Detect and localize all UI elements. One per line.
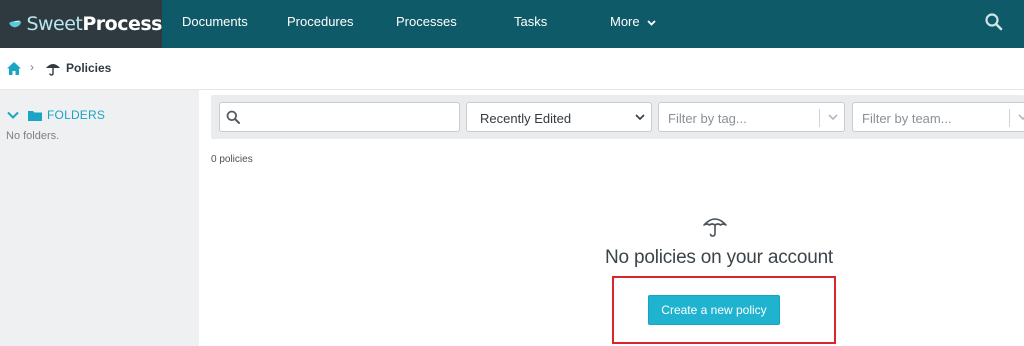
team-filter-select[interactable]: Filter by team... (852, 102, 1024, 132)
nav-tasks[interactable]: Tasks (514, 0, 547, 48)
filter-bar: Recently Edited Filter by tag... Filter … (211, 95, 1024, 139)
chevron-down-icon (828, 114, 838, 121)
divider (1009, 109, 1010, 127)
create-policy-button[interactable]: Create a new policy (648, 295, 780, 325)
brand-logo-icon (9, 20, 22, 28)
tag-filter-placeholder: Filter by tag... (668, 111, 747, 126)
folder-icon (28, 110, 42, 121)
empty-state-message: No policies on your account (605, 247, 834, 268)
nav-documents[interactable]: Documents (182, 0, 248, 48)
brand-logo[interactable]: SweetProcess (0, 0, 162, 48)
chevron-down-icon (7, 111, 19, 119)
search-input[interactable] (246, 105, 456, 129)
nav-procedures[interactable]: Procedures (287, 0, 353, 48)
page-title: Policies (66, 61, 112, 75)
chevron-down-icon (1018, 114, 1024, 121)
results-count: 0 policies (211, 154, 253, 165)
chevron-down-icon (647, 19, 656, 26)
divider (819, 109, 820, 127)
search-icon[interactable] (984, 12, 1004, 32)
tag-filter-select[interactable]: Filter by tag... (658, 102, 845, 132)
top-navbar: SweetProcess Documents Procedures Proces… (0, 0, 1024, 48)
nav-more[interactable]: More (610, 0, 656, 48)
sort-selected-value: Recently Edited (480, 111, 572, 126)
brand-name: SweetProcess (26, 13, 162, 35)
chevron-right-icon: › (30, 60, 34, 74)
team-filter-placeholder: Filter by team... (862, 111, 952, 126)
umbrella-icon (46, 64, 60, 76)
nav-processes[interactable]: Processes (396, 0, 457, 48)
breadcrumb: › Policies (0, 48, 1024, 90)
folders-label: FOLDERS (47, 108, 106, 122)
search-field[interactable] (219, 102, 460, 132)
home-icon[interactable] (6, 61, 22, 76)
empty-folders-text: No folders. (6, 130, 60, 142)
sidebar: FOLDERS No folders. (0, 90, 199, 346)
sort-select[interactable]: Recently Edited (466, 102, 652, 132)
chevron-down-icon (635, 114, 645, 121)
umbrella-icon (703, 218, 727, 237)
folders-toggle[interactable]: FOLDERS (7, 108, 105, 122)
search-icon (226, 110, 240, 124)
